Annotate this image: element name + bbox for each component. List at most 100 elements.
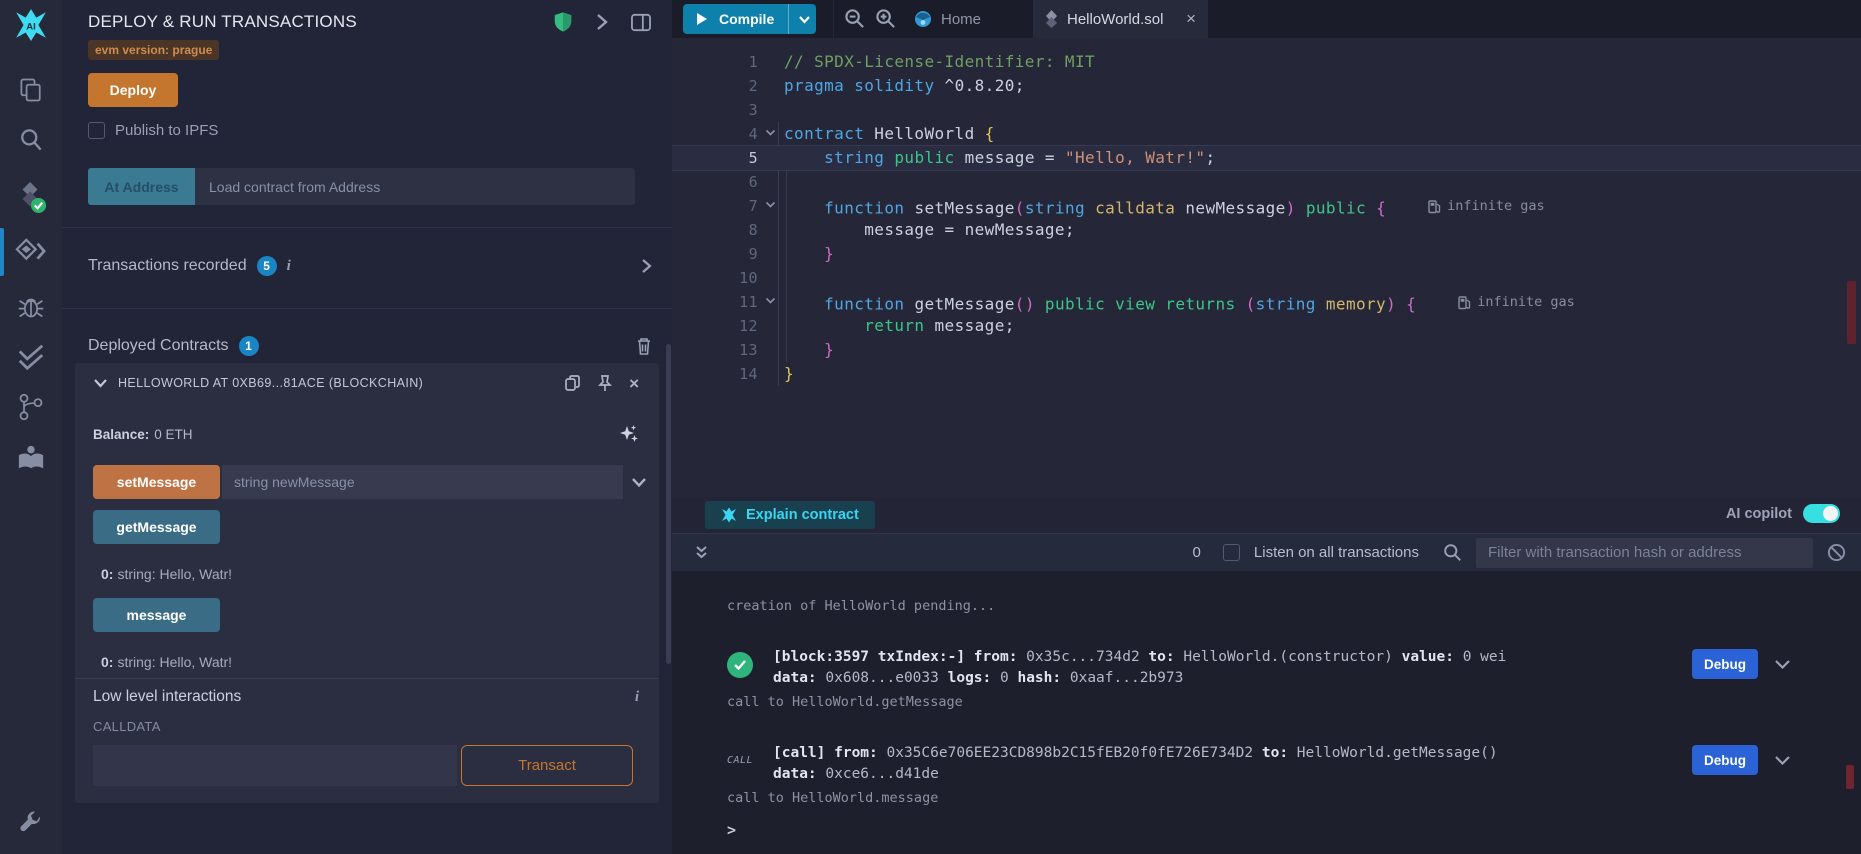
ai-copilot-toggle[interactable] (1803, 504, 1840, 523)
code-line-11[interactable]: 11 function getMessage() public view ret… (672, 290, 1861, 314)
evm-version-badge: evm version: prague (88, 40, 220, 60)
columns-icon[interactable] (630, 13, 652, 32)
close-instance-icon[interactable]: × (629, 375, 639, 392)
setmessage-button[interactable]: setMessage (93, 465, 220, 499)
code-line-10[interactable]: 10 (672, 266, 1861, 290)
shield-icon[interactable] (552, 10, 574, 34)
search-icon[interactable] (0, 126, 62, 154)
code-line-4[interactable]: 4 contract HelloWorld { (672, 122, 1861, 146)
deploy-button[interactable]: Deploy (88, 73, 178, 107)
divider (62, 227, 672, 228)
terminal-prompt[interactable]: > (727, 821, 1861, 839)
remix-ai-logo-icon[interactable]: AI (0, 8, 62, 42)
message-button[interactable]: message (93, 598, 220, 632)
deployed-contracts-label: Deployed Contracts (88, 337, 229, 354)
search-icon[interactable] (1443, 543, 1462, 562)
file-explorer-icon[interactable] (0, 76, 62, 104)
compile-options-chevron-icon[interactable] (798, 15, 811, 24)
code-line-1[interactable]: 1// SPDX-License-Identifier: MIT (672, 50, 1861, 74)
terminal-scrollbar-marker[interactable] (1846, 765, 1854, 789)
transact-button[interactable]: Transact (461, 745, 633, 786)
panel-scrollbar[interactable] (666, 344, 671, 664)
listen-checkbox[interactable] (1222, 544, 1240, 561)
trash-icon[interactable] (636, 337, 652, 355)
line-number: 13 (739, 341, 758, 359)
getmessage-button[interactable]: getMessage (93, 510, 220, 544)
tab-helloworld-sol[interactable]: HelloWorld.sol × (1033, 0, 1208, 38)
editor-scrollbar-marker[interactable] (1847, 281, 1856, 344)
transactions-count-badge: 5 (256, 256, 277, 276)
solidity-file-icon (1045, 10, 1058, 28)
code-line-2[interactable]: 2 pragma solidity ^0.8.20; (672, 74, 1861, 98)
tab-home[interactable]: Home (904, 0, 991, 38)
code-line-13[interactable]: 13 } (672, 338, 1861, 362)
close-icon[interactable]: × (1186, 9, 1196, 29)
info-icon[interactable]: i (287, 258, 291, 275)
fold-chevron-icon[interactable] (760, 290, 780, 314)
compile-button[interactable]: Compile (683, 4, 816, 34)
pin-icon[interactable] (597, 374, 613, 392)
git-icon[interactable] (0, 392, 62, 422)
transaction-entry: [block:3597 txIndex:-] from: 0x35c...734… (727, 647, 1791, 689)
deployed-contract-card: HELLOWORLD AT 0XB69...81ACE (BLOCKCHAIN)… (75, 363, 659, 803)
zoom-in-icon[interactable] (875, 8, 896, 29)
low-level-label: Low level interactions (93, 688, 242, 705)
contract-instance-title[interactable]: HELLOWORLD AT 0XB69...81ACE (BLOCKCHAIN) (118, 376, 423, 390)
filter-input[interactable] (1476, 537, 1813, 568)
debugger-icon[interactable] (0, 292, 62, 320)
getmessage-result: 0: string: Hello, Watr! (101, 566, 233, 582)
line-number: 10 (739, 269, 758, 287)
debug-button[interactable]: Debug (1692, 745, 1758, 775)
listen-count: 0 (1192, 544, 1201, 561)
terminal[interactable]: creation of HelloWorld pending... [block:… (672, 571, 1861, 854)
at-address-input[interactable] (195, 168, 635, 205)
calldata-input[interactable] (93, 745, 457, 786)
collapse-chevron-icon[interactable] (93, 378, 108, 388)
code-line-6[interactable]: 6 (672, 170, 1861, 194)
debug-button[interactable]: Debug (1692, 649, 1758, 679)
icon-rail: AI (0, 0, 62, 854)
transaction-entry: CALL [call] from: 0x35C6e706EE23CD898b2C1… (727, 743, 1791, 785)
line-number: 12 (739, 317, 758, 335)
code-line-14[interactable]: 14} (672, 362, 1861, 386)
explain-bar: Explain contract AI copilot (672, 497, 1861, 533)
publish-ipfs-label: Publish to IPFS (115, 122, 219, 139)
info-icon[interactable]: i (635, 689, 639, 706)
publish-ipfs-checkbox[interactable] (88, 122, 105, 139)
svg-text:AI: AI (26, 21, 36, 32)
code-line-7[interactable]: 7 function setMessage(string calldata ne… (672, 194, 1861, 218)
line-number: 6 (748, 173, 758, 191)
message-result: 0: string: Hello, Watr! (101, 654, 233, 670)
code-line-12[interactable]: 12 return message; (672, 314, 1861, 338)
at-address-button[interactable]: At Address (88, 168, 195, 205)
learneth-icon[interactable] (0, 444, 62, 472)
expand-entry-chevron-icon[interactable] (1774, 655, 1791, 674)
static-analysis-icon[interactable] (0, 342, 62, 372)
setmessage-input[interactable] (222, 465, 623, 499)
explain-contract-button[interactable]: Explain contract (705, 501, 875, 529)
double-chevron-down-icon[interactable] (695, 545, 708, 560)
terminal-info-line: creation of HelloWorld pending... (727, 598, 996, 614)
code-editor[interactable]: 1// SPDX-License-Identifier: MIT 2 pragma … (672, 38, 1861, 497)
ai-sparkle-icon[interactable] (619, 424, 639, 444)
deploy-and-run-icon[interactable] (0, 238, 62, 268)
code-line-8[interactable]: 8 message = newMessage; (672, 218, 1861, 242)
fold-chevron-icon[interactable] (760, 194, 780, 218)
remix-ide-window: AI DEPLOY & RUN TRANSACTIONS evm version… (0, 0, 1861, 854)
zoom-out-icon[interactable] (844, 8, 865, 29)
chevron-right-icon[interactable] (596, 13, 608, 31)
expand-entry-chevron-icon[interactable] (1774, 751, 1791, 770)
expand-args-chevron-icon[interactable] (631, 477, 647, 488)
fold-chevron-icon[interactable] (760, 122, 780, 146)
settings-wrench-icon[interactable] (0, 810, 62, 836)
expand-transactions-chevron-icon[interactable] (641, 258, 652, 274)
listen-label: Listen on all transactions (1253, 544, 1419, 561)
code-line-9[interactable]: 9 } (672, 242, 1861, 266)
code-line-5[interactable]: 5 string public message = "Hello, Watr!"… (672, 146, 1861, 170)
ban-icon[interactable] (1827, 543, 1846, 562)
divider (62, 308, 672, 309)
code-line-3[interactable]: 3 (672, 98, 1861, 122)
solidity-compiler-icon[interactable] (0, 180, 62, 214)
copy-address-icon[interactable] (564, 374, 581, 392)
gas-estimate-annotation: infinite gas (1458, 290, 1575, 314)
